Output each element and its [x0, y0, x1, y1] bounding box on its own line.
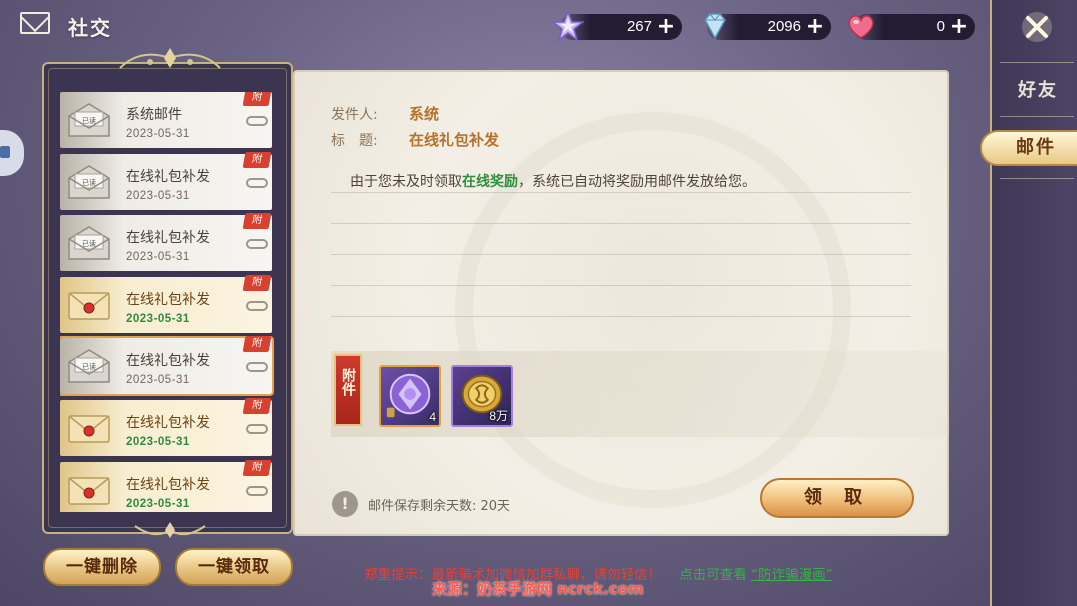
mail-list-item[interactable]: 已读 在线礼包补发 2023-05-31 附 [60, 151, 272, 210]
mail-body: 由于您未及时领取在线奖励，系统已自动将奖励用邮件发放给您。 [350, 171, 756, 191]
mail-subject: 在线礼包补发 [126, 291, 210, 308]
side-tag[interactable] [0, 130, 24, 176]
body-text: 由于您未及时领取 [350, 174, 462, 190]
ruled-line [331, 192, 911, 193]
paperclip-icon [246, 362, 268, 373]
attachments-label-text: 附件 [340, 368, 356, 396]
mail-date: 2023-05-31 [126, 251, 190, 264]
divider [1000, 62, 1074, 63]
attachments-label: 附件 [334, 354, 362, 426]
warning-icon: ! [332, 491, 358, 517]
mail-subject: 在线礼包补发 [126, 168, 210, 185]
mail-subject: 在线礼包补发 [126, 353, 210, 370]
opened-envelope-icon: 已读 [68, 103, 110, 137]
ruled-line [331, 285, 911, 286]
attachment-badge: 附 [242, 92, 272, 106]
tab-friends[interactable]: 好友 [1018, 76, 1058, 102]
heart-icon [848, 15, 874, 39]
mail-detail-panel: 发件人: 系统 标 题: 在线礼包补发 由于您未及时领取在线奖励，系统已自动将奖… [293, 70, 949, 536]
star-icon [552, 10, 584, 42]
read-stamp: 已读 [82, 362, 96, 371]
attachment-count: 4 [429, 410, 436, 424]
sender-label: 发件人: [331, 107, 378, 123]
heart-value: 0 [936, 18, 945, 35]
mail-date: 2023-05-31 [126, 436, 190, 448]
read-stamp: 已读 [82, 239, 96, 248]
divider [1000, 178, 1074, 179]
mail-date: 2023-05-31 [126, 497, 190, 510]
mail-list[interactable]: 已读 系统邮件 2023-05-31 附已读 在线礼包补发 2023-05-31 附已读 在线… [60, 92, 274, 512]
subject-value: 在线礼包补发 [409, 131, 500, 149]
attachment-count: 8万 [489, 409, 508, 423]
body-text: ，系统已自动将奖励用邮件发放给您。 [518, 174, 756, 190]
paperclip-icon [246, 116, 268, 126]
attachment-item[interactable]: 8万 [451, 365, 513, 427]
source-watermark: 来源：奶茶手游网 ncrck.com [432, 580, 644, 598]
paperclip-icon [246, 239, 268, 250]
right-tab-panel: 好友 邮件 [980, 0, 1077, 606]
opened-envelope-icon: 已读 [68, 349, 110, 384]
fraud-view-text: 点击可查看 [679, 567, 747, 583]
mail-date: 2023-05-31 [126, 128, 190, 140]
anti-fraud-comic-link[interactable]: “防诈骗漫画” [751, 567, 833, 583]
attachment-item[interactable]: 4 [379, 365, 441, 427]
subject-label: 标 题: [331, 133, 378, 149]
star-currency: 267 + [552, 10, 682, 42]
read-stamp: 已读 [82, 178, 96, 187]
sealed-envelope-icon [68, 292, 110, 320]
attachment-badge: 附 [242, 274, 272, 291]
ruled-line [331, 316, 911, 317]
paperclip-icon [246, 300, 268, 311]
close-icon[interactable] [1020, 10, 1054, 44]
delete-all-button[interactable]: 一键删除 [43, 548, 161, 586]
attachment-badge: 附 [242, 213, 272, 230]
claim-button[interactable]: 领 取 [760, 478, 914, 518]
sealed-envelope-icon [68, 476, 110, 505]
mail-subject: 系统邮件 [126, 107, 182, 123]
page-title: 社交 [68, 16, 112, 40]
attachment-badge: 附 [242, 459, 272, 476]
opened-envelope-icon: 已读 [68, 226, 110, 260]
paperclip-icon [246, 485, 268, 496]
add-diamond-button[interactable]: + [805, 16, 825, 38]
ornament-icon [134, 522, 206, 538]
ruled-line [331, 223, 911, 224]
retention-text: 邮件保存剩余天数: 20天 [368, 499, 511, 514]
diamond-currency: 2096 + [704, 13, 831, 40]
mail-date: 2023-05-31 [126, 374, 190, 387]
star-value: 267 [626, 18, 652, 35]
tab-mail[interactable]: 邮件 [980, 130, 1077, 166]
diamond-value: 2096 [767, 18, 801, 35]
paperclip-icon [246, 424, 268, 434]
heart-currency: 0 + [848, 14, 975, 40]
mail-list-item[interactable]: 在线礼包补发 2023-05-31 附 [60, 274, 272, 333]
paperclip-icon [246, 177, 268, 188]
add-heart-button[interactable]: + [949, 16, 969, 38]
attachment-badge: 附 [242, 336, 272, 353]
diamond-icon [704, 13, 726, 40]
add-star-button[interactable]: + [656, 16, 676, 38]
mail-icon [20, 12, 50, 34]
mail-subject: 在线礼包补发 [126, 415, 210, 431]
mail-list-item[interactable]: 在线礼包补发 2023-05-31 附 [60, 398, 272, 456]
ornament-icon [119, 48, 221, 69]
divider [1000, 116, 1074, 117]
attachment-badge: 附 [242, 398, 272, 414]
mail-subject: 在线礼包补发 [126, 230, 210, 247]
ruled-line [331, 254, 911, 255]
mail-list-item[interactable]: 已读 在线礼包补发 2023-05-31 附 [60, 336, 274, 397]
mail-date: 2023-05-31 [126, 312, 190, 325]
opened-envelope-icon: 已读 [68, 164, 110, 199]
mail-subject: 在线礼包补发 [126, 476, 210, 493]
sealed-envelope-icon [68, 415, 110, 443]
sender-value: 系统 [409, 105, 440, 123]
mail-list-item[interactable]: 在线礼包补发 2023-05-31 附 [60, 459, 272, 512]
mail-list-item[interactable]: 已读 在线礼包补发 2023-05-31 附 [60, 213, 272, 272]
body-highlight: 在线奖励 [462, 174, 518, 190]
mail-date: 2023-05-31 [126, 189, 190, 202]
claim-all-button[interactable]: 一键领取 [175, 548, 293, 586]
read-stamp: 已读 [82, 116, 96, 125]
attachment-badge: 附 [242, 151, 272, 168]
mail-list-item[interactable]: 已读 系统邮件 2023-05-31 附 [60, 92, 272, 148]
